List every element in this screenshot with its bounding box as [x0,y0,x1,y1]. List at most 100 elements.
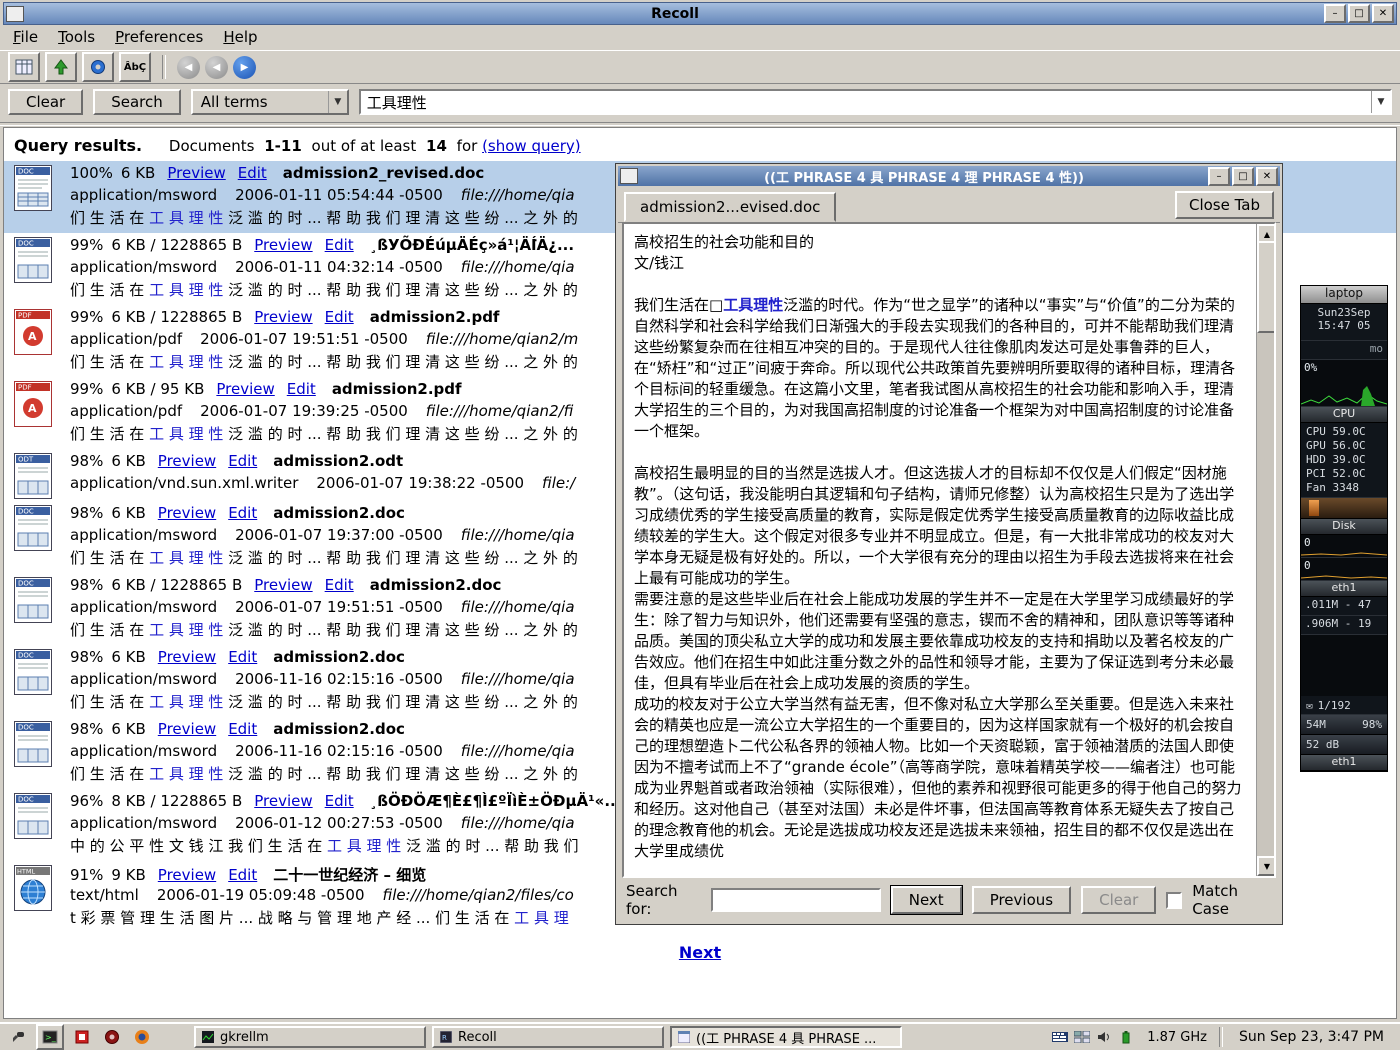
previous-page-icon[interactable]: ◀ [205,56,228,79]
taskbar-button-gkrellm[interactable]: gkrellm [194,1026,426,1048]
keyboard-layout-icon[interactable] [1051,1028,1069,1046]
firefox-icon[interactable] [130,1026,154,1048]
snippet: 中 的 公 平 性 文 钱 江 我 们 生 活 在 工 具 理 性 泛 滥 的 … [70,835,621,856]
mime-type: application/vnd.sun.xml.writer [70,474,298,492]
taskbar-button-preview[interactable]: ((工 PHRASE 4 具 PHRASE ... [670,1026,902,1048]
menu-help[interactable]: Help [214,27,266,47]
scroll-down-icon[interactable]: ▼ [1257,856,1276,876]
preview-link[interactable]: Preview [167,164,225,182]
svg-text:PDF: PDF [18,384,32,392]
edit-link[interactable]: Edit [228,720,257,738]
edit-link[interactable]: Edit [325,792,354,810]
scrollbar-thumb[interactable] [1257,241,1276,333]
preview-maximize-button[interactable]: □ [1232,167,1254,186]
mime-type: application/msword [70,526,217,544]
result-title: admission2.doc [273,504,405,522]
preview-link[interactable]: Preview [254,308,312,326]
power-icon[interactable] [1117,1028,1135,1046]
disk-write-chart: 0 [1301,558,1387,581]
preview-scrollbar[interactable]: ▲ ▼ [1256,224,1274,876]
next-page-icon[interactable]: ▶ [233,56,256,79]
find-next-button[interactable]: Next [891,886,962,914]
edit-link[interactable]: Edit [228,452,257,470]
doc-url: file:///home/qian2/fi [426,402,574,420]
clear-button[interactable]: Clear [8,89,83,115]
gkrellm-hostname: laptop [1301,286,1387,304]
edit-link[interactable]: Edit [238,164,267,182]
close-button[interactable]: ✕ [1372,4,1394,23]
preview-link[interactable]: Preview [216,380,274,398]
pager-icon[interactable] [1073,1028,1091,1046]
edit-link[interactable]: Edit [228,648,257,666]
result-title: admission2.odt [273,452,403,470]
match-case-label: Match Case [1192,882,1272,918]
query-history-chevron-icon[interactable]: ▼ [1371,91,1390,113]
find-clear-button[interactable]: Clear [1081,886,1156,914]
doc-date: 2006-11-16 02:15:16 -0500 [235,670,443,688]
edit-link[interactable]: Edit [228,866,257,884]
document-history-icon[interactable] [8,52,40,82]
edit-link[interactable]: Edit [228,504,257,522]
volume-icon[interactable] [1095,1028,1113,1046]
file-size: 8 KB / 1228865 B [111,792,242,810]
search-button[interactable]: Search [93,89,181,115]
search-mode-select[interactable]: All terms ▼ [191,89,349,115]
taskbar-button-recoll[interactable]: R Recoll [432,1026,664,1048]
preview-link[interactable]: Preview [254,792,312,810]
chevron-down-icon[interactable]: ▼ [328,91,347,113]
toolbar-separator [162,55,166,79]
terminal-icon[interactable]: >_ [36,1024,64,1050]
msword-doc-icon: DOC [14,792,54,861]
maximize-button[interactable]: □ [1348,4,1370,23]
preview-link[interactable]: Preview [158,866,216,884]
mime-type: application/pdf [70,330,182,348]
preview-link[interactable]: Preview [158,720,216,738]
next-page-link[interactable]: Next [679,943,721,962]
menu-file[interactable]: File [4,27,47,47]
preview-link[interactable]: Preview [254,576,312,594]
net-tx-value: .906M - 19 [1301,616,1387,635]
taskbar-clock[interactable]: Sun Sep 23, 3:47 PM [1239,1029,1384,1045]
preview-link[interactable]: Preview [158,504,216,522]
edit-link[interactable]: Edit [325,308,354,326]
gkrellm-mono-label: mo [1301,341,1387,360]
doc-url: file:///home/qia [461,670,575,688]
edit-link[interactable]: Edit [325,236,354,254]
red-app-icon[interactable] [70,1026,94,1048]
match-case-checkbox[interactable] [1166,892,1182,909]
preview-link[interactable]: Preview [158,452,216,470]
preview-close-button[interactable]: ✕ [1256,167,1278,186]
preview-link[interactable]: Preview [254,236,312,254]
preview-tab[interactable]: admission2...evised.doc [624,192,836,222]
preview-link[interactable]: Preview [158,648,216,666]
search-for-label: Search for: [626,882,701,918]
preview-minimize-button[interactable]: – [1208,167,1230,186]
term-explorer-icon[interactable] [82,52,114,82]
spell-expand-icon[interactable]: ÂbÇ [119,52,151,82]
first-page-icon[interactable]: ◀ [177,56,200,79]
close-tab-button[interactable]: Close Tab [1175,191,1274,219]
tool-icon[interactable] [6,1026,30,1048]
edit-link[interactable]: Edit [287,380,316,398]
minimize-button[interactable]: – [1324,4,1346,23]
file-size: 6 KB [111,648,145,666]
svg-text:A: A [28,330,37,343]
pager: Next [4,943,1396,962]
menu-preferences[interactable]: Preferences [106,27,212,47]
mime-type: application/msword [70,186,217,204]
battery-panel: 52 dB [1301,735,1387,755]
show-query-link[interactable]: (show query) [482,137,581,155]
query-entry: ▼ [359,89,1392,115]
doc-url: file:///home/qia [461,526,575,544]
snippet: 们 生 活 在 工 具 理 性 泛 滥 的 时 ... 帮 助 我 们 理 清 … [70,423,591,444]
mail-icon: ✉ [1306,699,1313,712]
edit-link[interactable]: Edit [325,576,354,594]
search-input[interactable] [361,93,1371,111]
relevance-percent: 99% [70,236,103,254]
sort-parameters-icon[interactable] [45,52,77,82]
preview-text-area[interactable]: 高校招生的社会功能和目的 文/钱江 我们生活在□工具理性泛滥的时代。作为“世之显… [622,222,1276,878]
darkred-app-icon[interactable] [100,1026,124,1048]
find-previous-button[interactable]: Previous [972,886,1071,914]
menu-tools[interactable]: Tools [49,27,104,47]
find-input[interactable] [711,888,881,912]
